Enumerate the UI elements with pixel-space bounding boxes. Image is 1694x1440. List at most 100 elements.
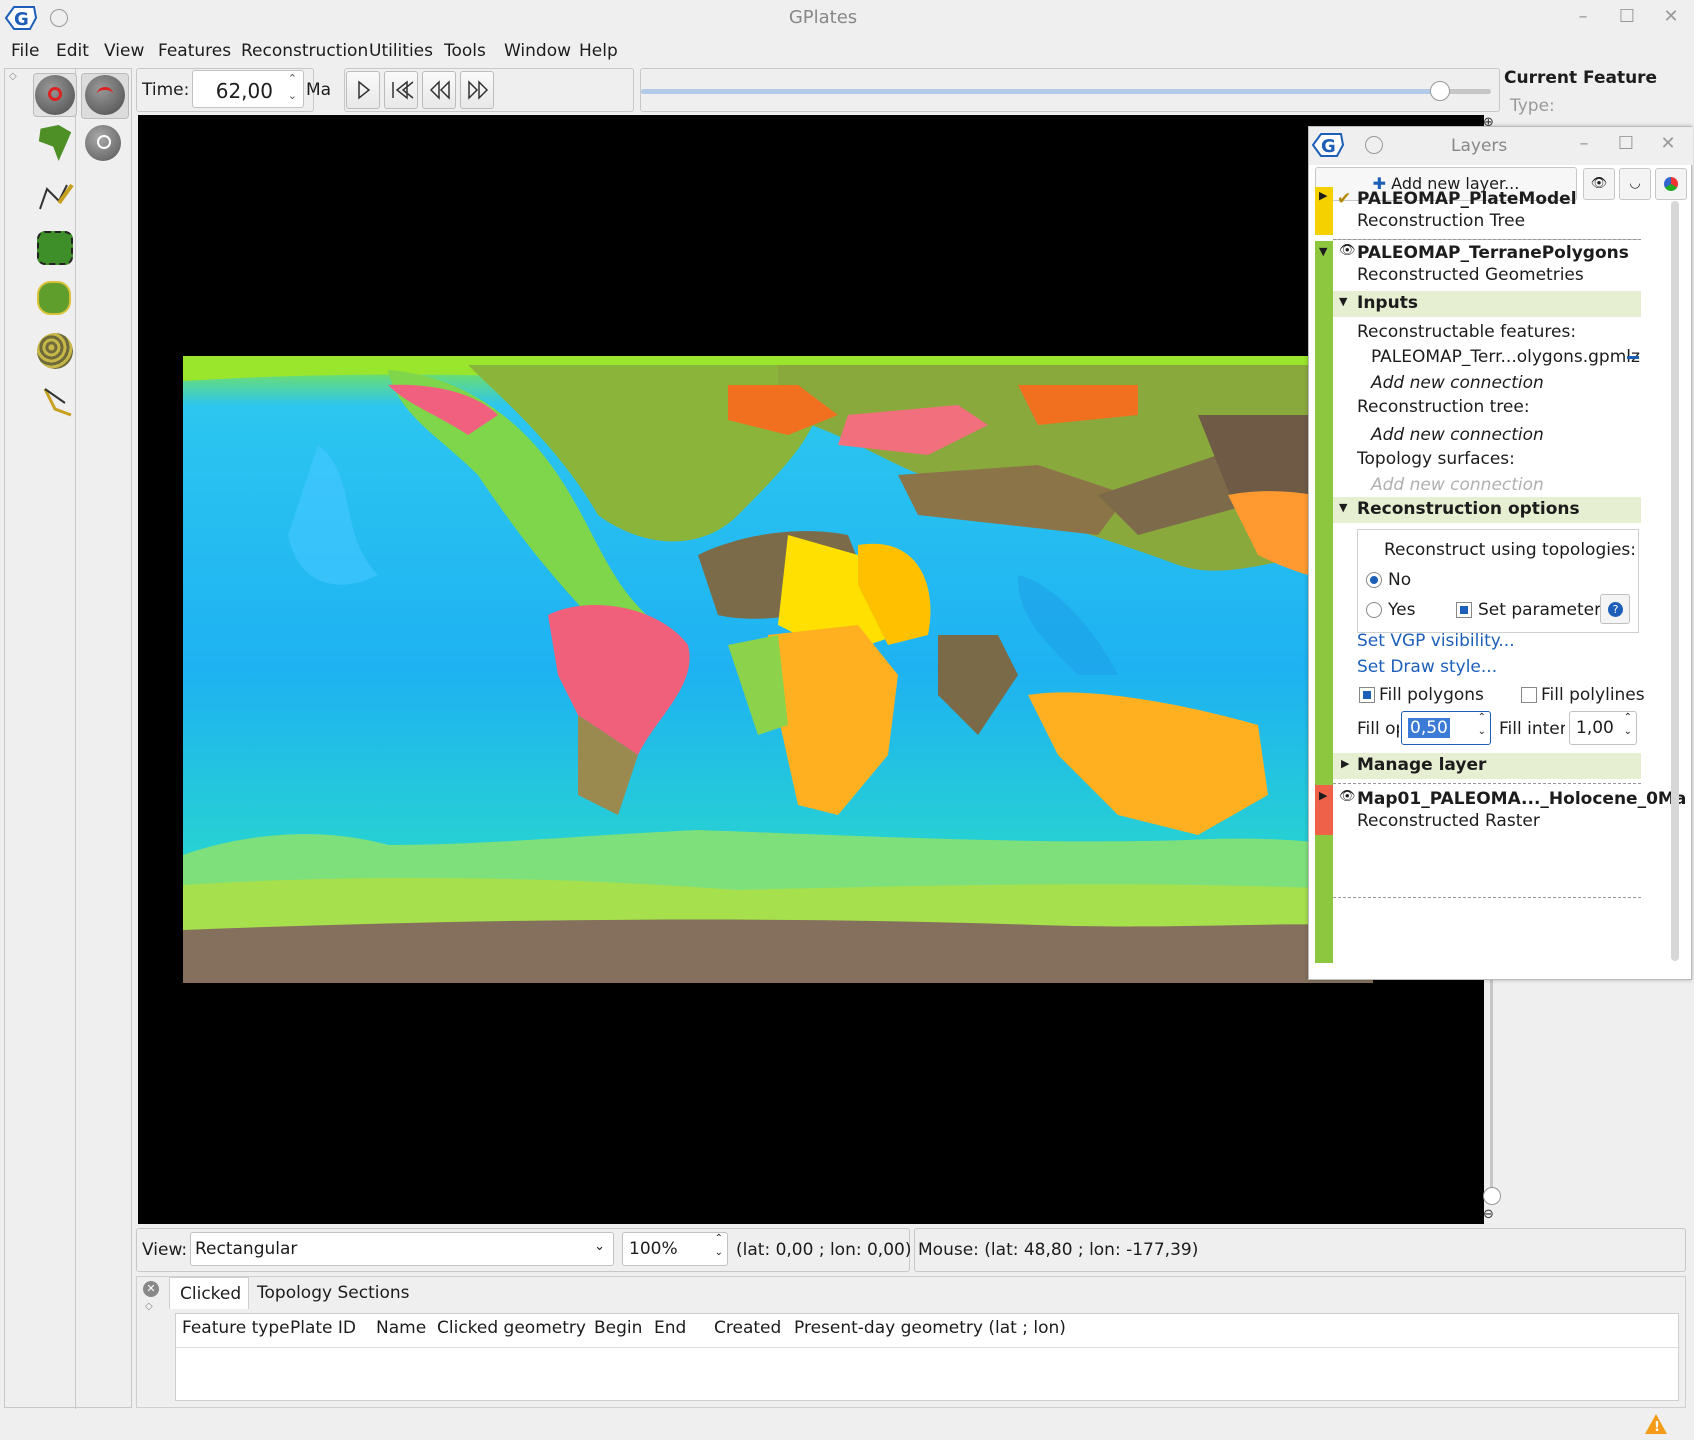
col-feature-type[interactable]: Feature type bbox=[182, 1318, 290, 1338]
menu-reconstruction[interactable]: Reconstruction bbox=[241, 41, 368, 61]
camera-coordinates: (lat: 0,00 ; lon: 0,00) bbox=[736, 1240, 912, 1260]
spin-down-icon[interactable]: ⌄ bbox=[1624, 726, 1632, 737]
time-label: Time: bbox=[142, 80, 190, 100]
radio-yes[interactable] bbox=[1366, 602, 1382, 618]
radio-no[interactable] bbox=[1366, 572, 1382, 588]
zoom-out-icon[interactable]: ⊖ bbox=[1483, 1207, 1494, 1222]
menu-help[interactable]: Help bbox=[579, 41, 618, 61]
help-button[interactable]: ? bbox=[1600, 594, 1630, 624]
add-connection-link[interactable]: Add new connection bbox=[1371, 425, 1544, 445]
zoom-handle[interactable] bbox=[1483, 1187, 1501, 1205]
add-connection-link[interactable]: Add new connection bbox=[1371, 373, 1544, 393]
slider-handle[interactable] bbox=[1430, 81, 1450, 101]
expand-arrow-icon[interactable]: ▶ bbox=[1319, 789, 1327, 802]
fill-opacity-spinbox[interactable]: 0,50 ⌃ ⌄ bbox=[1401, 711, 1491, 745]
check-icon[interactable]: ✔ bbox=[1337, 189, 1351, 209]
set-parameters-checkbox[interactable] bbox=[1456, 602, 1472, 618]
fill-polygons-checkbox[interactable] bbox=[1359, 687, 1375, 703]
spin-down-icon[interactable]: ⌄ bbox=[715, 1247, 723, 1258]
current-feature-panel: Current Feature Type: bbox=[1502, 66, 1694, 126]
play-button[interactable] bbox=[346, 71, 380, 109]
minimize-icon[interactable]: – bbox=[1573, 133, 1595, 155]
layer-item-plate-model[interactable]: ▶ ✔ PALEOMAP_PlateModel Reconstruction T… bbox=[1315, 187, 1641, 235]
set-vgp-visibility-link[interactable]: Set VGP visibility... bbox=[1357, 631, 1515, 651]
zoom-tool-icon[interactable] bbox=[85, 125, 121, 161]
close-icon[interactable]: ✕ bbox=[1660, 6, 1682, 28]
move-pole-tool-icon[interactable] bbox=[37, 281, 71, 315]
spin-up-icon[interactable]: ⌃ bbox=[1478, 712, 1486, 723]
layer-color-bar bbox=[1315, 241, 1333, 963]
spin-up-icon[interactable]: ⌃ bbox=[1624, 712, 1632, 723]
collapse-arrow-icon[interactable]: ▼ bbox=[1319, 245, 1327, 258]
topology-surfaces-label: Topology surfaces: bbox=[1357, 449, 1515, 469]
maximize-icon[interactable]: ☐ bbox=[1616, 6, 1638, 28]
tab-topology-sections[interactable]: Topology Sections bbox=[257, 1283, 410, 1303]
fill-opacity-value: 0,50 bbox=[1408, 718, 1450, 738]
col-present-day-geometry[interactable]: Present-day geometry (lat ; lon) bbox=[794, 1318, 1066, 1338]
reset-animation-button[interactable] bbox=[384, 71, 418, 109]
tool-palette: ◇ bbox=[4, 68, 132, 1409]
feature-table[interactable]: Feature type Plate ID Name Clicked geome… bbox=[175, 1313, 1680, 1401]
set-draw-style-link[interactable]: Set Draw style... bbox=[1357, 657, 1497, 677]
spin-up-icon[interactable]: ⌃ bbox=[288, 72, 297, 85]
digitise-tool-icon[interactable] bbox=[37, 181, 75, 213]
close-icon[interactable]: ✕ bbox=[1657, 133, 1679, 155]
current-feature-title: Current Feature bbox=[1504, 68, 1658, 88]
remove-connection-icon[interactable] bbox=[1627, 356, 1639, 359]
visibility-eye-icon[interactable]: 👁 bbox=[1339, 243, 1356, 258]
menu-features[interactable]: Features bbox=[158, 41, 231, 61]
menu-view[interactable]: View bbox=[104, 41, 144, 61]
visibility-eye-icon[interactable]: 👁 bbox=[1339, 789, 1356, 804]
maximize-icon[interactable]: ☐ bbox=[1615, 133, 1637, 155]
step-back-button[interactable] bbox=[422, 71, 456, 109]
edit-vertices-tool-icon[interactable] bbox=[37, 231, 73, 265]
col-end[interactable]: End bbox=[654, 1318, 686, 1338]
col-begin[interactable]: Begin bbox=[594, 1318, 642, 1338]
menu-utilities[interactable]: Utilities bbox=[369, 41, 433, 61]
col-created[interactable]: Created bbox=[714, 1318, 781, 1338]
expand-arrow-icon[interactable]: ▶ bbox=[1319, 189, 1327, 202]
manage-layer-header[interactable]: ▶ Manage layer bbox=[1333, 753, 1641, 779]
svg-text:G: G bbox=[1321, 136, 1336, 157]
col-name[interactable]: Name bbox=[376, 1318, 426, 1338]
minimize-icon[interactable]: – bbox=[1572, 6, 1594, 28]
menu-window[interactable]: Window bbox=[504, 41, 571, 61]
spin-up-icon[interactable]: ⌃ bbox=[715, 1233, 723, 1244]
reconstruction-options-header[interactable]: ▼ Reconstruction options bbox=[1333, 497, 1641, 523]
topologies-group: Reconstruct using topologies: No Yes Set… bbox=[1357, 529, 1639, 633]
zoom-spinbox[interactable]: 100% ⌃ ⌄ bbox=[622, 1232, 728, 1266]
layer-colours-button[interactable] bbox=[1655, 168, 1687, 200]
layer-name: Map01_PALEOMA..._Holocene_0Ma bbox=[1357, 789, 1687, 809]
drag-globe-tool-icon[interactable] bbox=[35, 75, 75, 115]
layer-item-raster[interactable]: ▶ 👁 Map01_PALEOMA..._Holocene_0Ma Recons… bbox=[1315, 785, 1686, 835]
projection-select[interactable]: Rectangular ⌄ bbox=[190, 1232, 614, 1266]
menu-tools[interactable]: Tools bbox=[444, 41, 486, 61]
close-panel-icon[interactable]: ✕ bbox=[143, 1281, 159, 1297]
step-forward-button[interactable] bbox=[460, 71, 494, 109]
reconstructable-features-label: Reconstructable features: bbox=[1357, 322, 1577, 342]
spin-down-icon[interactable]: ⌄ bbox=[1478, 726, 1486, 737]
col-clicked-geometry[interactable]: Clicked geometry bbox=[437, 1318, 586, 1338]
inputs-section-header[interactable]: ▼ Inputs bbox=[1333, 291, 1641, 317]
warning-icon[interactable]: ! bbox=[1644, 1412, 1668, 1436]
window-title: GPlates bbox=[788, 7, 858, 28]
add-connection-link[interactable]: Add new connection bbox=[1371, 475, 1544, 495]
menu-edit[interactable]: Edit bbox=[56, 41, 89, 61]
choose-feature-tool-icon[interactable] bbox=[38, 125, 72, 161]
measure-distance-tool-icon[interactable] bbox=[41, 385, 75, 421]
colours-icon bbox=[1664, 177, 1678, 191]
col-plate-id[interactable]: Plate ID bbox=[290, 1318, 356, 1338]
pin-icon[interactable] bbox=[1365, 136, 1383, 154]
rotate-globe-tool-icon[interactable] bbox=[85, 75, 125, 115]
feature-file-connection[interactable]: PALEOMAP_Terr...olygons.gpmlz bbox=[1371, 347, 1640, 367]
tab-clicked[interactable]: Clicked bbox=[169, 1277, 249, 1309]
fill-intensity-spinbox[interactable]: 1,00 ⌃ ⌄ bbox=[1569, 711, 1637, 745]
layers-scrollbar[interactable] bbox=[1671, 201, 1679, 961]
fill-polylines-checkbox[interactable] bbox=[1521, 687, 1537, 703]
map-canvas[interactable] bbox=[138, 115, 1484, 1224]
small-circle-tool-icon[interactable] bbox=[37, 333, 73, 369]
spin-down-icon[interactable]: ⌄ bbox=[288, 89, 297, 102]
menu-file[interactable]: File bbox=[11, 41, 39, 61]
time-slider[interactable] bbox=[640, 68, 1500, 112]
time-spinbox[interactable]: 62,00 ⌃ ⌄ bbox=[192, 70, 304, 108]
